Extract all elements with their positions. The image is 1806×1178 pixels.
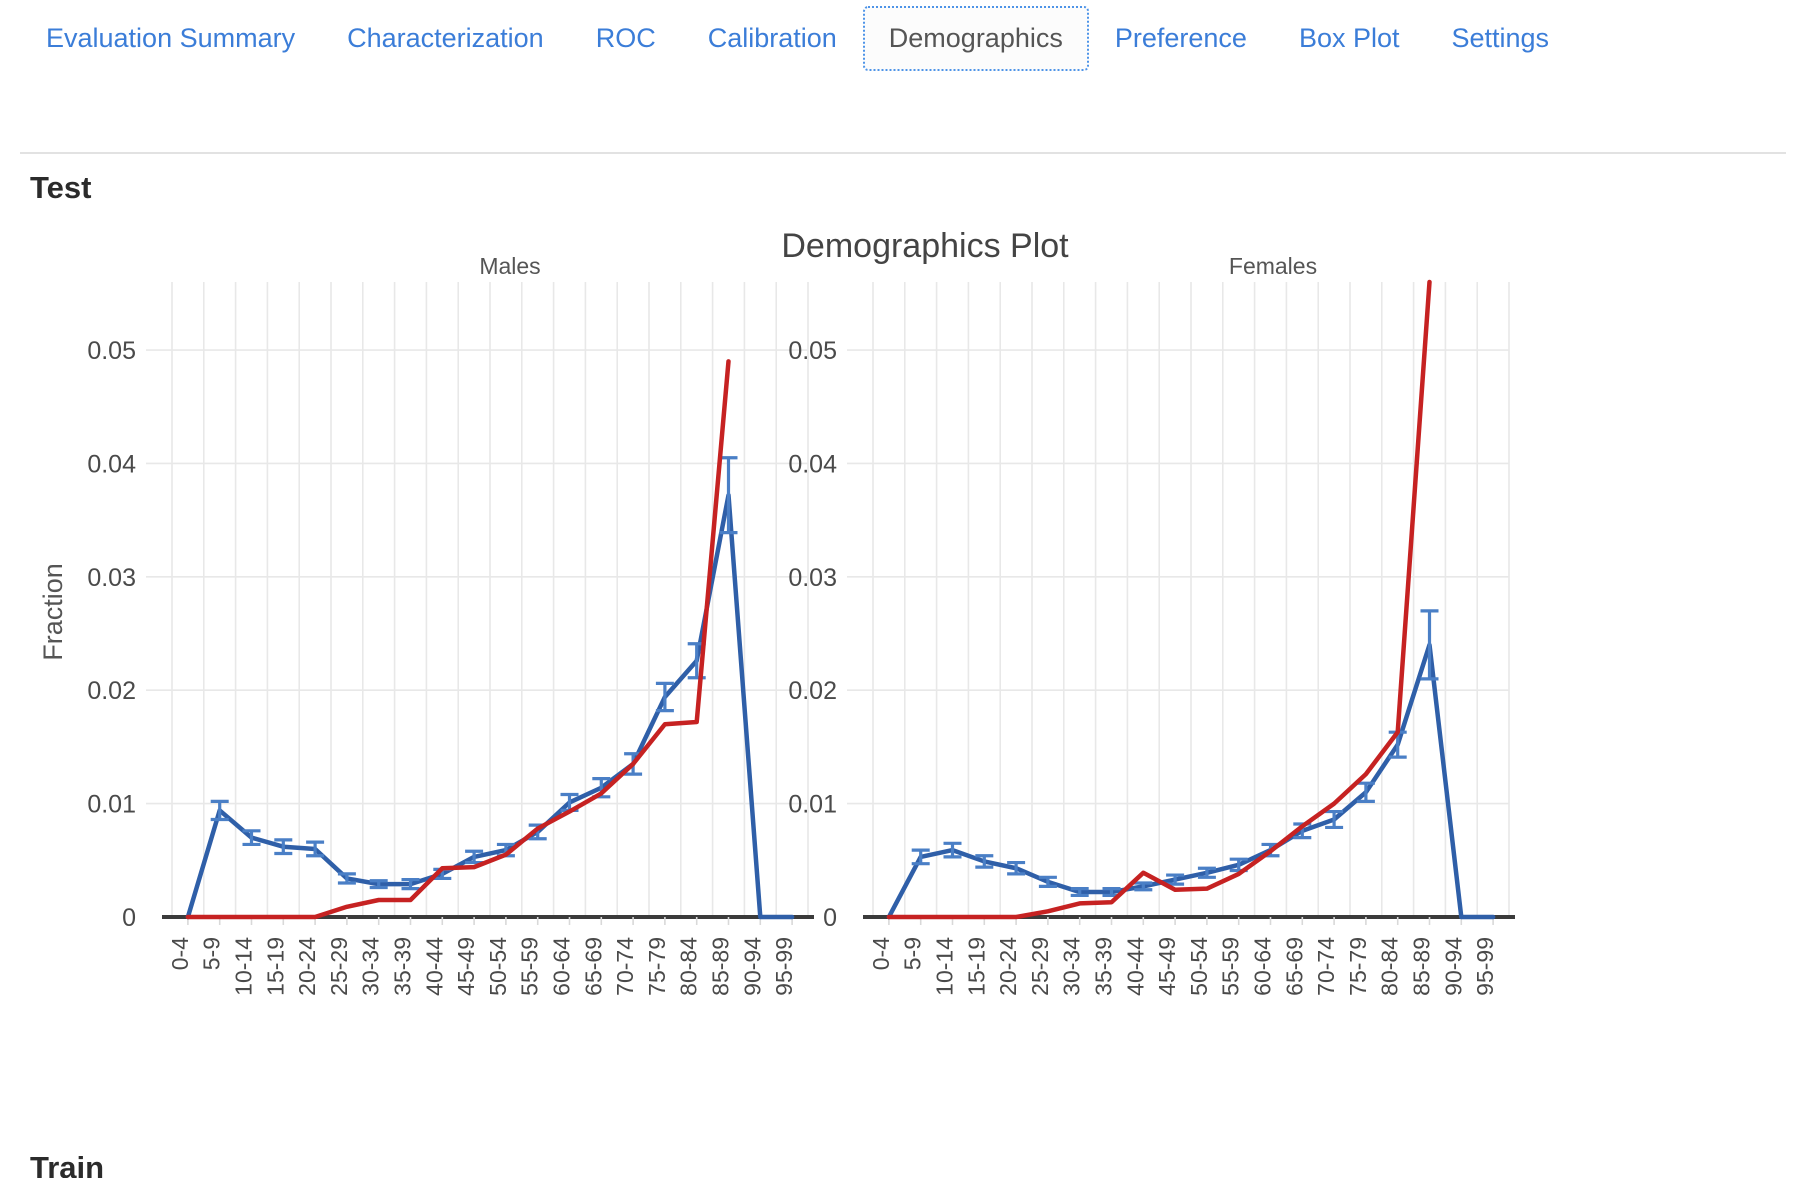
x-tick-label: 60-64 — [1250, 937, 1276, 996]
tab-evaluation-summary[interactable]: Evaluation Summary — [20, 6, 321, 71]
x-tick-label: 50-54 — [485, 937, 511, 996]
page-title: Test — [30, 170, 92, 205]
demographics-page: Evaluation Summary Characterization ROC Cal… — [0, 0, 1806, 1178]
x-tick-label: 95-99 — [771, 937, 797, 996]
tab-box-plot[interactable]: Box Plot — [1273, 6, 1426, 71]
y-tick-label: 0.02 — [87, 677, 136, 705]
y-tick-label: 0.03 — [788, 564, 837, 592]
x-tick-label: 75-79 — [644, 937, 670, 996]
x-tick-label: 70-74 — [1313, 937, 1339, 996]
x-tick-label: 50-54 — [1186, 937, 1212, 996]
x-tick-label: 15-19 — [262, 937, 288, 996]
x-tick-label: 10-14 — [231, 937, 257, 996]
y-tick-label: 0.04 — [87, 450, 136, 478]
x-tick-label: 65-69 — [1281, 937, 1307, 996]
x-tick-label: 90-94 — [739, 937, 765, 996]
x-tick-label: 85-89 — [1409, 937, 1435, 996]
tabs-divider — [20, 152, 1786, 154]
panel-label-males: Males — [479, 253, 540, 279]
x-tick-label: 85-89 — [708, 937, 734, 996]
tab-bar: Evaluation Summary Characterization ROC Cal… — [0, 0, 1806, 71]
x-tick-label: 5-9 — [199, 937, 225, 970]
y-tick-label: 0.01 — [788, 791, 837, 819]
x-tick-label: 55-59 — [517, 937, 543, 996]
tab-calibration[interactable]: Calibration — [682, 6, 863, 71]
y-tick-label: 0.01 — [87, 791, 136, 819]
x-tick-label: 25-29 — [1027, 937, 1053, 996]
y-tick-label: 0.05 — [788, 337, 837, 365]
x-tick-label: 70-74 — [612, 937, 638, 996]
next-section-title: Train — [30, 1150, 105, 1178]
x-tick-label: 30-34 — [1059, 937, 1085, 996]
x-tick-label: 95-99 — [1472, 937, 1498, 996]
y-tick-label: 0.04 — [788, 450, 837, 478]
demographics-plot-svg: Demographics Plot Males 0 0.01 0.02 0.03 0.04 0… — [38, 227, 1515, 996]
tab-preference[interactable]: Preference — [1089, 6, 1273, 71]
x-tick-label: 0-4 — [868, 937, 894, 970]
x-tick-label: 55-59 — [1218, 937, 1244, 996]
x-tick-label: 35-39 — [1091, 937, 1117, 996]
y-axis-label: Fraction — [38, 563, 68, 661]
x-tick-label: 75-79 — [1345, 937, 1371, 996]
tab-characterization[interactable]: Characterization — [321, 6, 570, 71]
x-tick-label: 25-29 — [326, 937, 352, 996]
chart-title: Demographics Plot — [781, 227, 1069, 265]
x-tick-label: 40-44 — [421, 937, 447, 996]
tab-settings[interactable]: Settings — [1426, 6, 1576, 71]
x-tick-label: 10-14 — [932, 937, 958, 996]
x-tick-label: 90-94 — [1440, 937, 1466, 996]
y-tick-label: 0 — [823, 904, 837, 932]
y-tick-label: 0.02 — [788, 677, 837, 705]
panel-females: Females 0 0.01 0.02 0.03 0.04 0.05 0-4 5-9 10-14 1… — [788, 253, 1515, 996]
x-tick-label: 45-49 — [453, 937, 479, 996]
x-tick-label: 60-64 — [549, 937, 575, 996]
demographics-plot: Demographics Plot Males 0 0.01 0.02 0.03 0.04 0… — [0, 212, 1806, 1178]
panel-label-females: Females — [1229, 253, 1317, 279]
x-tick-label: 80-84 — [1377, 937, 1403, 996]
y-tick-label: 0 — [122, 904, 136, 932]
tab-roc[interactable]: ROC — [570, 6, 682, 71]
x-tick-label: 35-39 — [390, 937, 416, 996]
tab-demographics[interactable]: Demographics — [862, 6, 1089, 71]
x-tick-label: 40-44 — [1122, 937, 1148, 996]
panel-males: Males 0 0.01 0.02 0.03 0.04 0.05 0-4 5-9 10-14 15-… — [87, 253, 814, 996]
x-tick-label: 20-24 — [995, 937, 1021, 996]
x-tick-label: 15-19 — [963, 937, 989, 996]
x-tick-label: 65-69 — [580, 937, 606, 996]
x-tick-label: 5-9 — [900, 937, 926, 970]
x-tick-label: 45-49 — [1154, 937, 1180, 996]
x-tick-label: 0-4 — [167, 937, 193, 970]
x-tick-label: 80-84 — [676, 937, 702, 996]
x-tick-label: 20-24 — [294, 937, 320, 996]
x-tick-label: 30-34 — [358, 937, 384, 996]
y-tick-label: 0.03 — [87, 564, 136, 592]
y-tick-label: 0.05 — [87, 337, 136, 365]
